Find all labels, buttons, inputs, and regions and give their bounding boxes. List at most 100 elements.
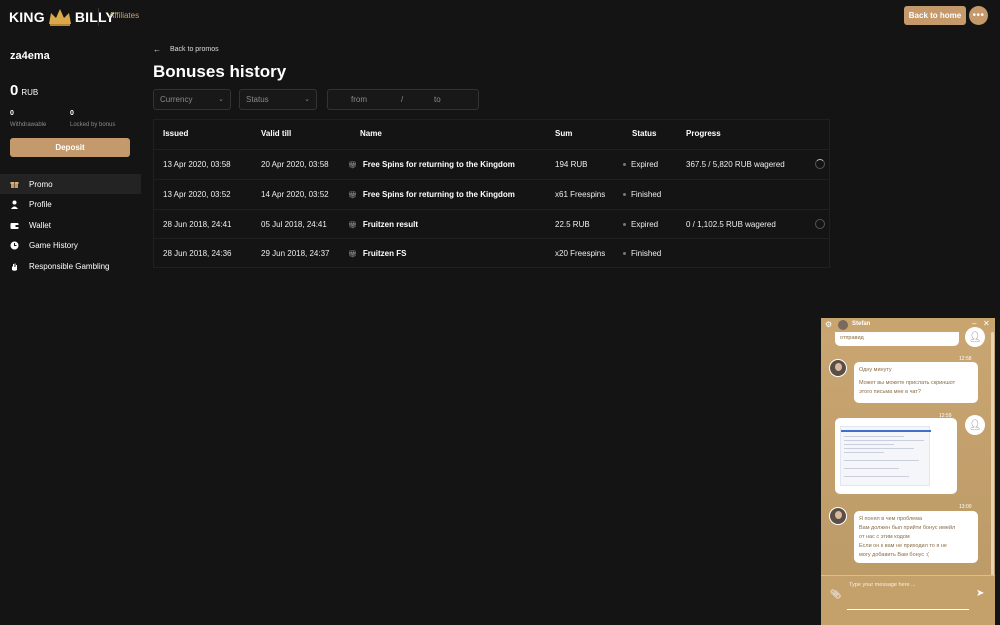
sidebar-item-responsible-gambling[interactable]: Responsible Gambling bbox=[0, 256, 141, 276]
paperclip-icon[interactable]: 📎︎ bbox=[830, 589, 841, 600]
send-icon[interactable]: ➤ bbox=[976, 588, 984, 599]
table-row[interactable]: 13 Apr 2020, 03:52 14 Apr 2020, 03:52 🎁︎… bbox=[154, 179, 829, 209]
screenshot-thumbnail bbox=[840, 426, 931, 486]
user-icon: 👤︎ bbox=[968, 419, 982, 431]
agent-message-bubble: Одну минуту Может вы можете прислать скр… bbox=[854, 362, 978, 403]
logo-text-left: KING bbox=[9, 9, 45, 25]
sidebar-item-game-history[interactable]: Game History bbox=[0, 236, 141, 256]
valid-till-cell: 14 Apr 2020, 03:52 bbox=[261, 190, 329, 199]
balance-currency: RUB bbox=[21, 88, 39, 97]
bonus-name: Fruitzen result bbox=[362, 220, 419, 229]
screenshot-attachment[interactable] bbox=[835, 418, 957, 494]
gift-icon bbox=[10, 180, 19, 189]
gear-icon[interactable]: ⚙ bbox=[825, 320, 832, 329]
thumbnail-line bbox=[844, 460, 919, 461]
status-select-label: Status bbox=[246, 95, 269, 104]
status-dot-icon bbox=[623, 252, 626, 256]
name-cell: 🎁︎ Free Spins for returning to the Kingdo… bbox=[348, 190, 515, 199]
more-menu-button[interactable]: ••• bbox=[969, 6, 988, 25]
date-separator: / bbox=[401, 95, 404, 104]
balance-value: 0 bbox=[10, 82, 19, 99]
progress-ring-icon bbox=[815, 219, 825, 229]
date-from-field[interactable]: from bbox=[351, 95, 367, 104]
thumbnail-line bbox=[844, 444, 894, 445]
clock-icon bbox=[10, 241, 19, 250]
bonuses-table: Issued Valid till Name Sum Status Progre… bbox=[153, 119, 830, 268]
close-icon[interactable]: ✕ bbox=[983, 319, 990, 328]
gift-icon: 🎁︎ bbox=[348, 222, 357, 229]
user-icon: 👤︎ bbox=[968, 331, 982, 343]
back-to-home-button[interactable]: Back to home bbox=[904, 6, 966, 25]
king-billy-logo[interactable]: KING BILLY bbox=[9, 6, 115, 28]
table-row[interactable]: 13 Apr 2020, 03:58 20 Apr 2020, 03:58 🎁︎… bbox=[154, 149, 829, 179]
status-select[interactable]: Status ⌄ bbox=[239, 89, 317, 110]
thumbnail-toolbar bbox=[841, 430, 931, 432]
back-to-promos-label: Back to promos bbox=[170, 46, 219, 53]
chat-scrollbar[interactable] bbox=[991, 332, 994, 582]
gift-icon: 🎁︎ bbox=[348, 162, 357, 169]
status-cell: Expired bbox=[623, 160, 658, 169]
withdrawable-stat: 0 Withdrawable bbox=[10, 110, 46, 128]
agent-name: Stefan bbox=[852, 321, 871, 327]
column-header-progress: Progress bbox=[686, 129, 721, 138]
bonus-name: Free Spins for returning to the Kingdom bbox=[362, 190, 515, 199]
agent-avatar bbox=[829, 359, 847, 377]
message-text: Если он к вам не приходил то я не bbox=[859, 543, 947, 549]
arrow-left-icon: ← bbox=[153, 45, 161, 54]
valid-till-cell: 20 Apr 2020, 03:58 bbox=[261, 160, 329, 169]
user-avatar: 👤︎ bbox=[965, 327, 985, 347]
message-text: Вам должен был прийти бонус имейл bbox=[859, 525, 956, 531]
thumbnail-line bbox=[844, 448, 914, 449]
sidebar-item-promo[interactable]: Promo bbox=[0, 174, 141, 194]
input-underline bbox=[847, 609, 969, 610]
gift-icon: 🎁︎ bbox=[348, 251, 357, 258]
column-header-sum: Sum bbox=[555, 129, 573, 138]
progress-cell: 0 / 1,102.5 RUB wagered bbox=[686, 220, 776, 229]
bonus-name: Free Spins for returning to the Kingdom bbox=[362, 160, 515, 169]
sidebar-item-wallet[interactable]: Wallet bbox=[0, 215, 141, 235]
message-text: могу добавить Вам бонус :( bbox=[859, 552, 929, 558]
status-label: Expired bbox=[631, 220, 659, 229]
deposit-button[interactable]: Deposit bbox=[10, 138, 130, 157]
sum-cell: x61 Freespins bbox=[555, 190, 606, 199]
gift-icon: 🎁︎ bbox=[348, 192, 357, 199]
hand-icon bbox=[10, 262, 19, 271]
locked-stat: 0 Locked by bonus bbox=[70, 110, 115, 128]
currency-select-label: Currency bbox=[160, 95, 193, 104]
back-to-promos-link[interactable]: ← Back to promos bbox=[153, 45, 219, 54]
message-text: Может вы можете прислать скриншот bbox=[859, 380, 956, 386]
thumbnail-line bbox=[844, 440, 924, 441]
date-range-input[interactable]: from / to bbox=[327, 89, 479, 110]
table-row[interactable]: 28 Jun 2018, 24:41 05 Jul 2018, 24:41 🎁︎… bbox=[154, 209, 829, 239]
status-cell: Expired bbox=[623, 220, 658, 229]
message-text: отправид bbox=[840, 335, 864, 341]
chat-composer: Type your message here ... 📎︎ ➤ bbox=[821, 575, 995, 625]
sum-cell: 22.5 RUB bbox=[555, 220, 590, 229]
currency-select[interactable]: Currency ⌄ bbox=[153, 89, 231, 110]
valid-till-cell: 05 Jul 2018, 24:41 bbox=[261, 220, 327, 229]
status-cell: Finished bbox=[623, 190, 661, 199]
sum-cell: x20 Freespins bbox=[555, 249, 606, 258]
message-input[interactable]: Type your message here ... bbox=[849, 582, 916, 588]
column-header-valid-till: Valid till bbox=[261, 129, 292, 138]
top-bar: KING BILLY Affiliates Back to home ••• bbox=[0, 0, 1000, 36]
sidebar-nav: Promo Profile Wallet Game History Respon… bbox=[0, 174, 141, 277]
user-icon bbox=[10, 200, 19, 209]
wallet-icon bbox=[10, 221, 19, 230]
issued-cell: 28 Jun 2018, 24:41 bbox=[163, 220, 232, 229]
locked-value: 0 bbox=[70, 110, 74, 117]
issued-cell: 13 Apr 2020, 03:58 bbox=[163, 160, 231, 169]
progress-cell: 367.5 / 5,820 RUB wagered bbox=[686, 160, 785, 169]
agent-avatar bbox=[829, 507, 847, 525]
affiliates-link[interactable]: Affiliates bbox=[109, 11, 139, 20]
chevron-down-icon: ⌄ bbox=[218, 96, 224, 103]
sidebar-item-profile[interactable]: Profile bbox=[0, 195, 141, 215]
table-row[interactable]: 28 Jun 2018, 24:36 29 Jun 2018, 24:37 🎁︎… bbox=[154, 238, 829, 268]
more-dots-icon: ••• bbox=[972, 9, 985, 21]
date-to-field[interactable]: to bbox=[434, 95, 441, 104]
issued-cell: 13 Apr 2020, 03:52 bbox=[163, 190, 231, 199]
status-label: Expired bbox=[631, 160, 659, 169]
sidebar-item-label: Game History bbox=[29, 241, 78, 250]
agent-message-bubble: Я понял в чем проблема Вам должен был пр… bbox=[854, 511, 978, 563]
sum-cell: 194 RUB bbox=[555, 160, 588, 169]
